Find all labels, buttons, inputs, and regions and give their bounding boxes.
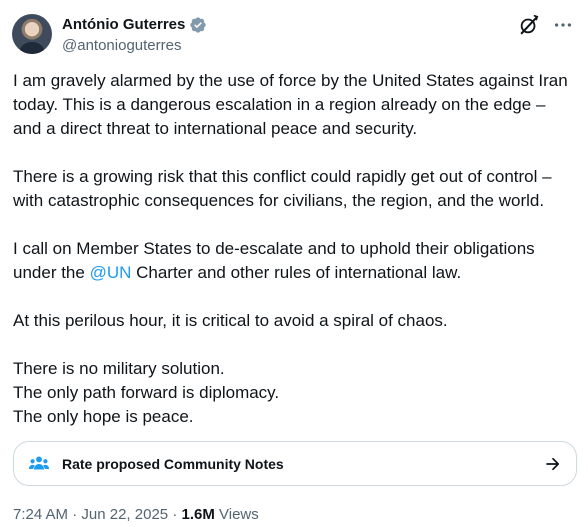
community-notes-label: Rate proposed Community Notes	[62, 455, 284, 472]
avatar[interactable]	[12, 14, 52, 54]
grok-icon[interactable]	[518, 14, 540, 36]
views-label: Views	[219, 506, 259, 523]
arrow-right-icon	[546, 457, 560, 470]
tweet-paragraph-1: I am gravely alarmed by the use of force…	[13, 71, 568, 138]
meta-separator: ·	[172, 506, 178, 523]
tweet-paragraph-3: I call on Member States to de-escalate a…	[13, 237, 573, 285]
tweet-paragraph-4: At this perilous hour, it is critical to…	[13, 311, 448, 330]
rate-community-notes-button[interactable]: Rate proposed Community Notes	[13, 441, 577, 486]
tweet-header: António Guterres @antonioguterres	[12, 12, 576, 58]
paragraph-5-line: There is no military solution.	[13, 359, 225, 378]
verified-badge-icon	[190, 17, 207, 33]
tweet-date[interactable]: Jun 22, 2025	[81, 506, 168, 523]
views-count[interactable]: 1.6M	[181, 506, 214, 523]
paragraph-5-line: The only path forward is diplomacy.	[13, 383, 280, 402]
paragraph-3-text-after: Charter and other rules of international…	[131, 263, 462, 282]
community-notes-people-icon	[28, 455, 50, 469]
author-handle[interactable]: @antonioguterres	[62, 36, 207, 56]
tweet-paragraph-5: There is no military solution. The only …	[13, 357, 573, 429]
paragraph-5-line: The only hope is peace.	[13, 407, 194, 426]
tweet: António Guterres @antonioguterres I am g…	[0, 0, 588, 527]
meta-separator: ·	[72, 506, 78, 523]
tweet-time[interactable]: 7:24 AM	[13, 506, 68, 523]
tweet-paragraph-2: There is a growing risk that this confli…	[13, 167, 552, 210]
more-options-icon[interactable]	[552, 14, 574, 36]
author-block: António Guterres @antonioguterres	[62, 15, 207, 56]
name-row: António Guterres	[62, 15, 207, 35]
mention-link-un[interactable]: @UN	[90, 263, 132, 282]
tweet-text: I am gravely alarmed by the use of force…	[13, 69, 573, 429]
author-name[interactable]: António Guterres	[62, 15, 185, 35]
tweet-meta: 7:24 AM · Jun 22, 2025 · 1.6M Views	[13, 505, 259, 525]
